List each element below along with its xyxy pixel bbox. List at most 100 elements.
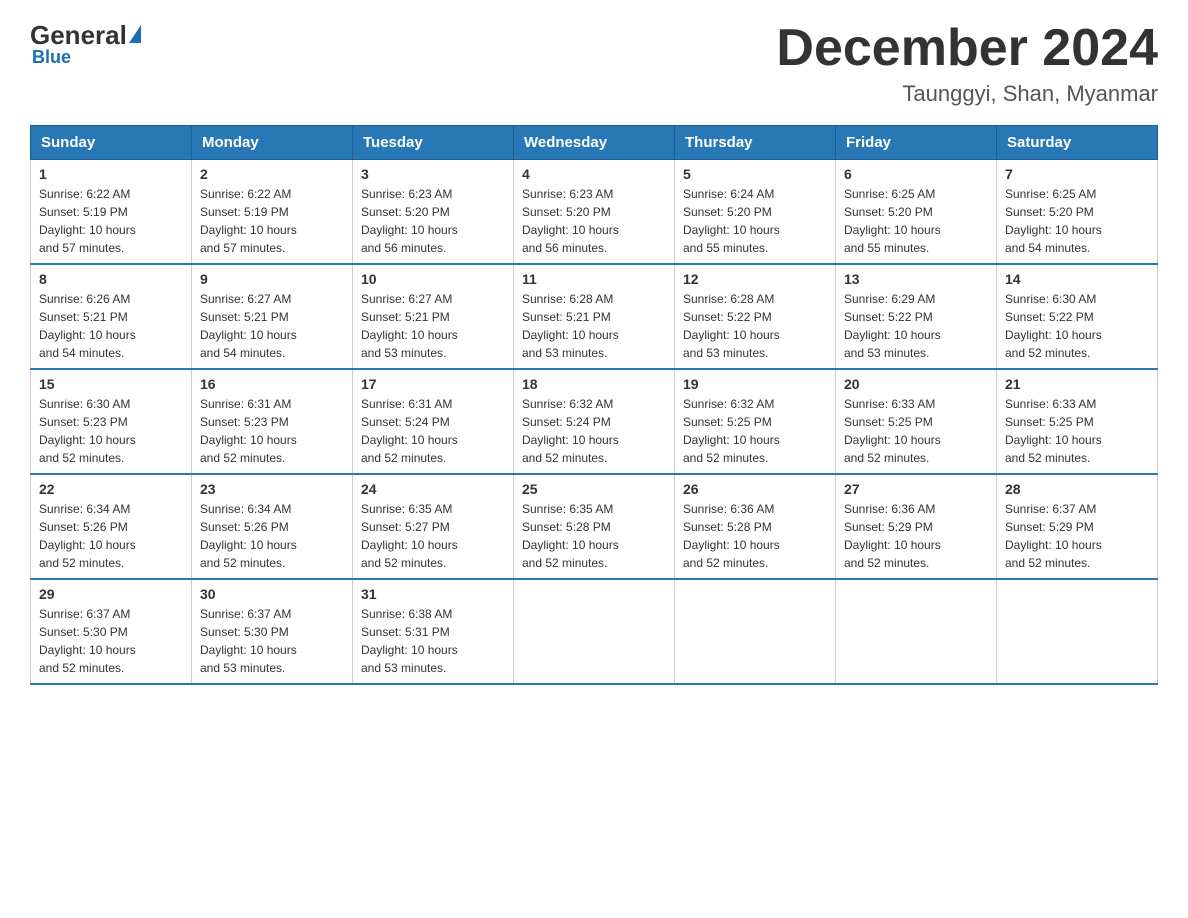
day-number: 5: [683, 166, 827, 182]
day-info: Sunrise: 6:28 AMSunset: 5:22 PMDaylight:…: [683, 290, 827, 362]
day-number: 7: [1005, 166, 1149, 182]
day-number: 26: [683, 481, 827, 497]
day-info: Sunrise: 6:37 AMSunset: 5:30 PMDaylight:…: [200, 605, 344, 677]
day-number: 24: [361, 481, 505, 497]
calendar-day-cell: [997, 579, 1158, 684]
day-number: 14: [1005, 271, 1149, 287]
day-number: 16: [200, 376, 344, 392]
day-info: Sunrise: 6:33 AMSunset: 5:25 PMDaylight:…: [844, 395, 988, 467]
weekday-header: Monday: [192, 126, 353, 160]
calendar-header-row: SundayMondayTuesdayWednesdayThursdayFrid…: [31, 126, 1158, 160]
day-info: Sunrise: 6:35 AMSunset: 5:27 PMDaylight:…: [361, 500, 505, 572]
calendar-day-cell: 21 Sunrise: 6:33 AMSunset: 5:25 PMDayligh…: [997, 369, 1158, 474]
calendar-day-cell: 1Sunrise: 6:22 AMSunset: 5:19 PMDaylight…: [31, 160, 192, 265]
calendar-day-cell: 20 Sunrise: 6:33 AMSunset: 5:25 PMDayligh…: [836, 369, 997, 474]
day-info: Sunrise: 6:28 AMSunset: 5:21 PMDaylight:…: [522, 290, 666, 362]
day-info: Sunrise: 6:23 AMSunset: 5:20 PMDaylight:…: [522, 185, 666, 257]
weekday-header: Tuesday: [353, 126, 514, 160]
day-number: 21: [1005, 376, 1149, 392]
calendar-day-cell: [675, 579, 836, 684]
day-info: Sunrise: 6:37 AMSunset: 5:29 PMDaylight:…: [1005, 500, 1149, 572]
calendar-day-cell: 25Sunrise: 6:35 AMSunset: 5:28 PMDayligh…: [514, 474, 675, 579]
logo: General Blue: [30, 20, 141, 68]
calendar-day-cell: 9 Sunrise: 6:27 AMSunset: 5:21 PMDaylight…: [192, 264, 353, 369]
calendar-day-cell: 3 Sunrise: 6:23 AMSunset: 5:20 PMDaylight…: [353, 160, 514, 265]
day-number: 13: [844, 271, 988, 287]
day-info: Sunrise: 6:29 AMSunset: 5:22 PMDaylight:…: [844, 290, 988, 362]
calendar-title: December 2024: [776, 20, 1158, 77]
day-number: 25: [522, 481, 666, 497]
calendar-day-cell: 8 Sunrise: 6:26 AMSunset: 5:21 PMDaylight…: [31, 264, 192, 369]
day-number: 4: [522, 166, 666, 182]
page-header: General Blue December 2024 Taunggyi, Sha…: [30, 20, 1158, 107]
day-number: 10: [361, 271, 505, 287]
calendar-day-cell: 15 Sunrise: 6:30 AMSunset: 5:23 PMDayligh…: [31, 369, 192, 474]
day-number: 22: [39, 481, 183, 497]
calendar-day-cell: 23Sunrise: 6:34 AMSunset: 5:26 PMDayligh…: [192, 474, 353, 579]
day-number: 20: [844, 376, 988, 392]
day-info: Sunrise: 6:37 AMSunset: 5:30 PMDaylight:…: [39, 605, 183, 677]
weekday-header: Wednesday: [514, 126, 675, 160]
day-number: 1: [39, 166, 183, 182]
day-number: 3: [361, 166, 505, 182]
day-number: 29: [39, 586, 183, 602]
calendar-day-cell: [514, 579, 675, 684]
day-info: Sunrise: 6:27 AMSunset: 5:21 PMDaylight:…: [200, 290, 344, 362]
calendar-day-cell: 5 Sunrise: 6:24 AMSunset: 5:20 PMDaylight…: [675, 160, 836, 265]
calendar-week-row: 15 Sunrise: 6:30 AMSunset: 5:23 PMDayligh…: [31, 369, 1158, 474]
title-area: December 2024 Taunggyi, Shan, Myanmar: [776, 20, 1158, 107]
day-number: 28: [1005, 481, 1149, 497]
calendar-day-cell: 14 Sunrise: 6:30 AMSunset: 5:22 PMDayligh…: [997, 264, 1158, 369]
day-number: 15: [39, 376, 183, 392]
calendar-day-cell: [836, 579, 997, 684]
day-number: 6: [844, 166, 988, 182]
calendar-week-row: 8 Sunrise: 6:26 AMSunset: 5:21 PMDaylight…: [31, 264, 1158, 369]
day-info: Sunrise: 6:26 AMSunset: 5:21 PMDaylight:…: [39, 290, 183, 362]
weekday-header: Saturday: [997, 126, 1158, 160]
calendar-day-cell: 16Sunrise: 6:31 AMSunset: 5:23 PMDayligh…: [192, 369, 353, 474]
day-info: Sunrise: 6:23 AMSunset: 5:20 PMDaylight:…: [361, 185, 505, 257]
day-number: 9: [200, 271, 344, 287]
day-info: Sunrise: 6:33 AMSunset: 5:25 PMDaylight:…: [1005, 395, 1149, 467]
day-info: Sunrise: 6:31 AMSunset: 5:24 PMDaylight:…: [361, 395, 505, 467]
calendar-week-row: 22 Sunrise: 6:34 AMSunset: 5:26 PMDayligh…: [31, 474, 1158, 579]
day-info: Sunrise: 6:34 AMSunset: 5:26 PMDaylight:…: [39, 500, 183, 572]
calendar-day-cell: 22 Sunrise: 6:34 AMSunset: 5:26 PMDayligh…: [31, 474, 192, 579]
calendar-day-cell: 7 Sunrise: 6:25 AMSunset: 5:20 PMDaylight…: [997, 160, 1158, 265]
calendar-day-cell: 17 Sunrise: 6:31 AMSunset: 5:24 PMDayligh…: [353, 369, 514, 474]
calendar-day-cell: 29 Sunrise: 6:37 AMSunset: 5:30 PMDayligh…: [31, 579, 192, 684]
calendar-day-cell: 26Sunrise: 6:36 AMSunset: 5:28 PMDayligh…: [675, 474, 836, 579]
calendar-week-row: 1 Sunrise: 6:22 AMSunset: 5:19 PMDaylight…: [31, 160, 1158, 265]
weekday-header: Friday: [836, 126, 997, 160]
weekday-header: Sunday: [31, 126, 192, 160]
day-number: 8: [39, 271, 183, 287]
calendar-day-cell: 12Sunrise: 6:28 AMSunset: 5:22 PMDayligh…: [675, 264, 836, 369]
day-info: Sunrise: 6:25 AMSunset: 5:20 PMDaylight:…: [1005, 185, 1149, 257]
calendar-day-cell: 2 Sunrise: 6:22 AMSunset: 5:19 PMDaylight…: [192, 160, 353, 265]
calendar-day-cell: 24 Sunrise: 6:35 AMSunset: 5:27 PMDayligh…: [353, 474, 514, 579]
calendar-day-cell: 13 Sunrise: 6:29 AMSunset: 5:22 PMDayligh…: [836, 264, 997, 369]
calendar-day-cell: 30Sunrise: 6:37 AMSunset: 5:30 PMDayligh…: [192, 579, 353, 684]
calendar-week-row: 29 Sunrise: 6:37 AMSunset: 5:30 PMDayligh…: [31, 579, 1158, 684]
weekday-header: Thursday: [675, 126, 836, 160]
calendar-day-cell: 4 Sunrise: 6:23 AMSunset: 5:20 PMDaylight…: [514, 160, 675, 265]
day-number: 19: [683, 376, 827, 392]
day-info: Sunrise: 6:32 AMSunset: 5:24 PMDaylight:…: [522, 395, 666, 467]
calendar-day-cell: 19Sunrise: 6:32 AMSunset: 5:25 PMDayligh…: [675, 369, 836, 474]
calendar-day-cell: 18Sunrise: 6:32 AMSunset: 5:24 PMDayligh…: [514, 369, 675, 474]
day-number: 2: [200, 166, 344, 182]
day-info: Sunrise: 6:24 AMSunset: 5:20 PMDaylight:…: [683, 185, 827, 257]
calendar-day-cell: 31Sunrise: 6:38 AMSunset: 5:31 PMDayligh…: [353, 579, 514, 684]
day-info: Sunrise: 6:36 AMSunset: 5:29 PMDaylight:…: [844, 500, 988, 572]
day-number: 11: [522, 271, 666, 287]
day-info: Sunrise: 6:30 AMSunset: 5:23 PMDaylight:…: [39, 395, 183, 467]
logo-blue-text: Blue: [32, 47, 71, 68]
day-info: Sunrise: 6:30 AMSunset: 5:22 PMDaylight:…: [1005, 290, 1149, 362]
day-info: Sunrise: 6:34 AMSunset: 5:26 PMDaylight:…: [200, 500, 344, 572]
day-info: Sunrise: 6:22 AMSunset: 5:19 PMDaylight:…: [200, 185, 344, 257]
day-number: 17: [361, 376, 505, 392]
calendar-table: SundayMondayTuesdayWednesdayThursdayFrid…: [30, 125, 1158, 685]
calendar-day-cell: 28 Sunrise: 6:37 AMSunset: 5:29 PMDayligh…: [997, 474, 1158, 579]
logo-triangle-icon: [129, 25, 141, 43]
day-info: Sunrise: 6:38 AMSunset: 5:31 PMDaylight:…: [361, 605, 505, 677]
